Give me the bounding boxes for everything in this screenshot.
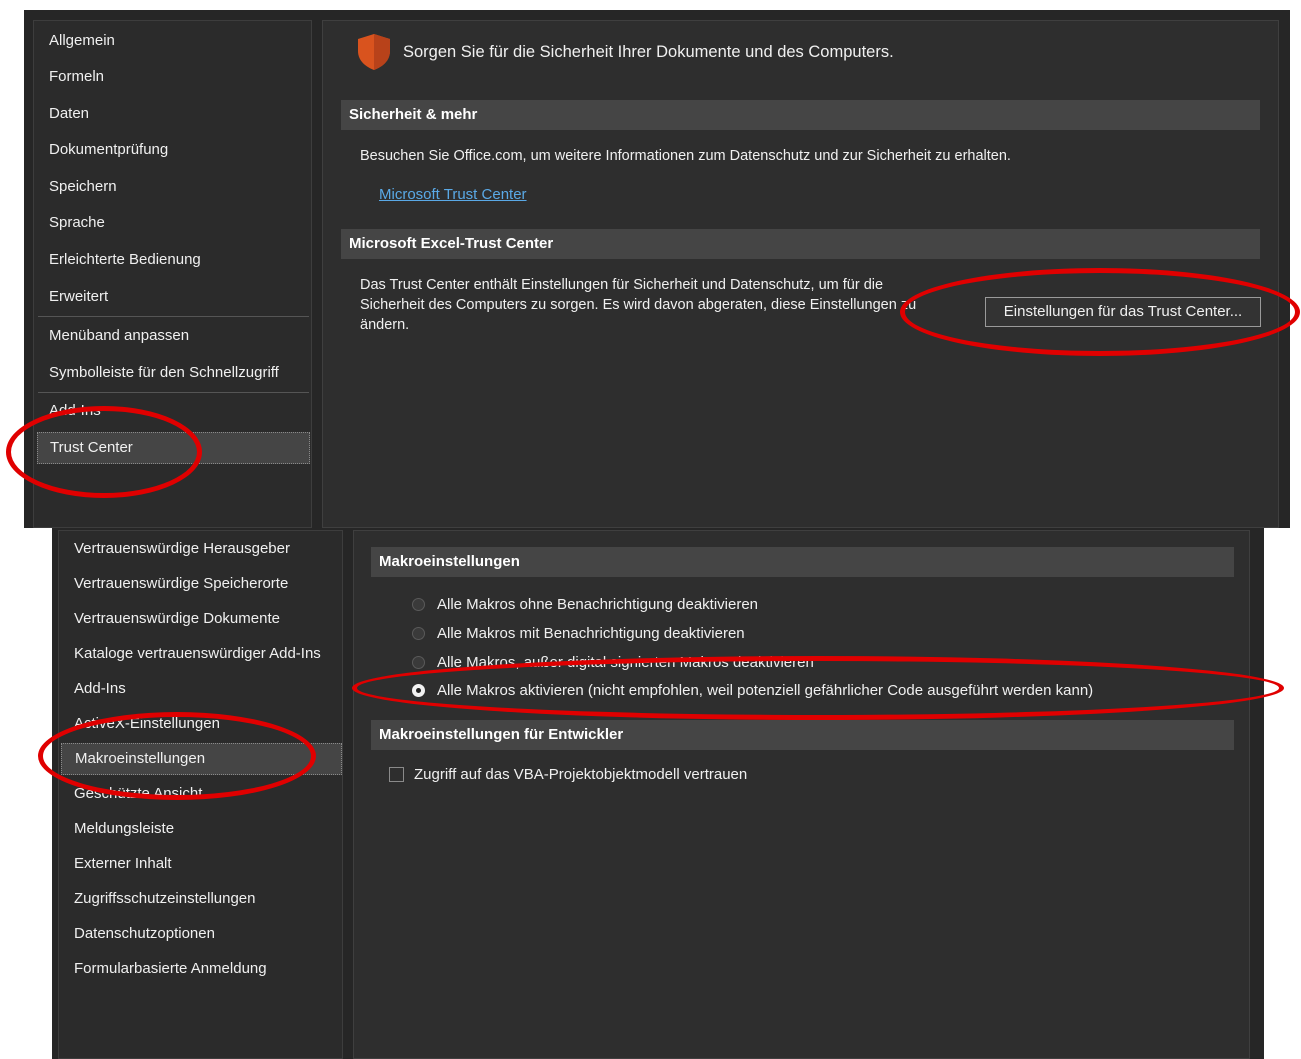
sidebar-item-herausgeber[interactable]: Vertrauenswürdige Herausgeber bbox=[59, 539, 342, 559]
sidebar-item-zugriffsschutz[interactable]: Zugriffsschutzeinstellungen bbox=[59, 889, 342, 909]
shield-icon bbox=[358, 34, 390, 70]
sidebar-item-daten[interactable]: Daten bbox=[34, 104, 311, 124]
microsoft-trust-center-link[interactable]: Microsoft Trust Center bbox=[379, 186, 527, 203]
macro-option-3-label: Alle Makros, außer digital signierten Ma… bbox=[437, 654, 814, 671]
vba-access-checkbox[interactable] bbox=[389, 767, 404, 782]
sidebar-item-formularbasierte-anmeldung[interactable]: Formularbasierte Anmeldung bbox=[59, 959, 342, 979]
sidebar-item-speicherorte[interactable]: Vertrauenswürdige Speicherorte bbox=[59, 574, 342, 594]
sidebar-item-schnellzugriff[interactable]: Symbolleiste für den Schnellzugriff bbox=[34, 363, 311, 383]
sidebar-item-kataloge[interactable]: Kataloge vertrauenswürdiger Add-Ins bbox=[59, 644, 342, 664]
sidebar-item-erweitert[interactable]: Erweitert bbox=[34, 287, 311, 307]
trust-center-desc-line1: Das Trust Center enthält Einstellungen f… bbox=[360, 277, 884, 293]
sidebar-item-formeln[interactable]: Formeln bbox=[34, 67, 311, 87]
sidebar-item-sprache[interactable]: Sprache bbox=[34, 213, 311, 233]
macro-option-4-label: Alle Makros aktivieren (nicht empfohlen,… bbox=[437, 682, 1094, 699]
trust-center-desc-line3: ändern. bbox=[360, 317, 410, 333]
sidebar-item-add-ins[interactable]: Add-Ins bbox=[59, 679, 342, 699]
macro-option-2-label: Alle Makros mit Benachrichtigung deaktiv… bbox=[437, 625, 745, 642]
trust-center-settings-button[interactable]: Einstellungen für das Trust Center... bbox=[985, 297, 1261, 327]
sidebar-divider bbox=[38, 316, 309, 317]
sidebar-item-menueband-anpassen[interactable]: Menüband anpassen bbox=[34, 326, 311, 346]
macro-radio-option-2[interactable] bbox=[412, 627, 425, 640]
macro-radio-option-1[interactable] bbox=[412, 598, 425, 611]
macro-radio-option-4[interactable] bbox=[412, 684, 425, 697]
section-header-makroeinstellungen: Makroeinstellungen bbox=[371, 547, 1234, 577]
sidebar-item-makroeinstellungen[interactable]: Makroeinstellungen bbox=[61, 743, 342, 775]
sidebar-item-geschuetzte-ansicht[interactable]: Geschützte Ansicht bbox=[59, 784, 342, 804]
sidebar-item-meldungsleiste[interactable]: Meldungsleiste bbox=[59, 819, 342, 839]
macro-option-1-label: Alle Makros ohne Benachrichtigung deakti… bbox=[437, 596, 759, 613]
sidebar-divider bbox=[38, 392, 309, 393]
top-sidebar-nav: Allgemein Formeln Daten Dokumentprüfung … bbox=[33, 20, 312, 528]
trust-header-text: Sorgen Sie für die Sicherheit Ihrer Doku… bbox=[403, 43, 894, 61]
sidebar-item-erleichterte-bedienung[interactable]: Erleichterte Bedienung bbox=[34, 250, 311, 270]
sidebar-item-add-ins[interactable]: Add-Ins bbox=[34, 401, 311, 421]
sidebar-item-dokumentpruefung[interactable]: Dokumentprüfung bbox=[34, 140, 311, 160]
sidebar-item-datenschutzoptionen[interactable]: Datenschutzoptionen bbox=[59, 924, 342, 944]
bottom-content-pane: Makroeinstellungen Alle Makros ohne Bena… bbox=[353, 530, 1250, 1059]
sidebar-item-activex[interactable]: ActiveX-Einstellungen bbox=[59, 714, 342, 734]
section-header-entwickler: Makroeinstellungen für Entwickler bbox=[371, 720, 1234, 750]
macro-radio-option-3[interactable] bbox=[412, 656, 425, 669]
sidebar-item-speichern[interactable]: Speichern bbox=[34, 177, 311, 197]
vba-access-label: Zugriff auf das VBA-Projektobjektmodell … bbox=[414, 766, 748, 783]
section-header-excel-trust-center: Microsoft Excel-Trust Center bbox=[341, 229, 1260, 259]
bottom-sidebar-nav: Vertrauenswürdige Herausgeber Vertrauens… bbox=[58, 530, 343, 1059]
sidebar-item-dokumente[interactable]: Vertrauenswürdige Dokumente bbox=[59, 609, 342, 629]
sidebar-item-trust-center[interactable]: Trust Center bbox=[37, 432, 310, 464]
sicherheit-info-text: Besuchen Sie Office.com, um weitere Info… bbox=[360, 148, 1011, 164]
top-content-pane: Sorgen Sie für die Sicherheit Ihrer Doku… bbox=[322, 20, 1279, 528]
sidebar-item-externer-inhalt[interactable]: Externer Inhalt bbox=[59, 854, 342, 874]
section-header-sicherheit: Sicherheit & mehr bbox=[341, 100, 1260, 130]
trust-center-desc-line2: Sicherheit des Computers zu sorgen. Es w… bbox=[360, 297, 917, 313]
sidebar-item-allgemein[interactable]: Allgemein bbox=[34, 31, 311, 51]
